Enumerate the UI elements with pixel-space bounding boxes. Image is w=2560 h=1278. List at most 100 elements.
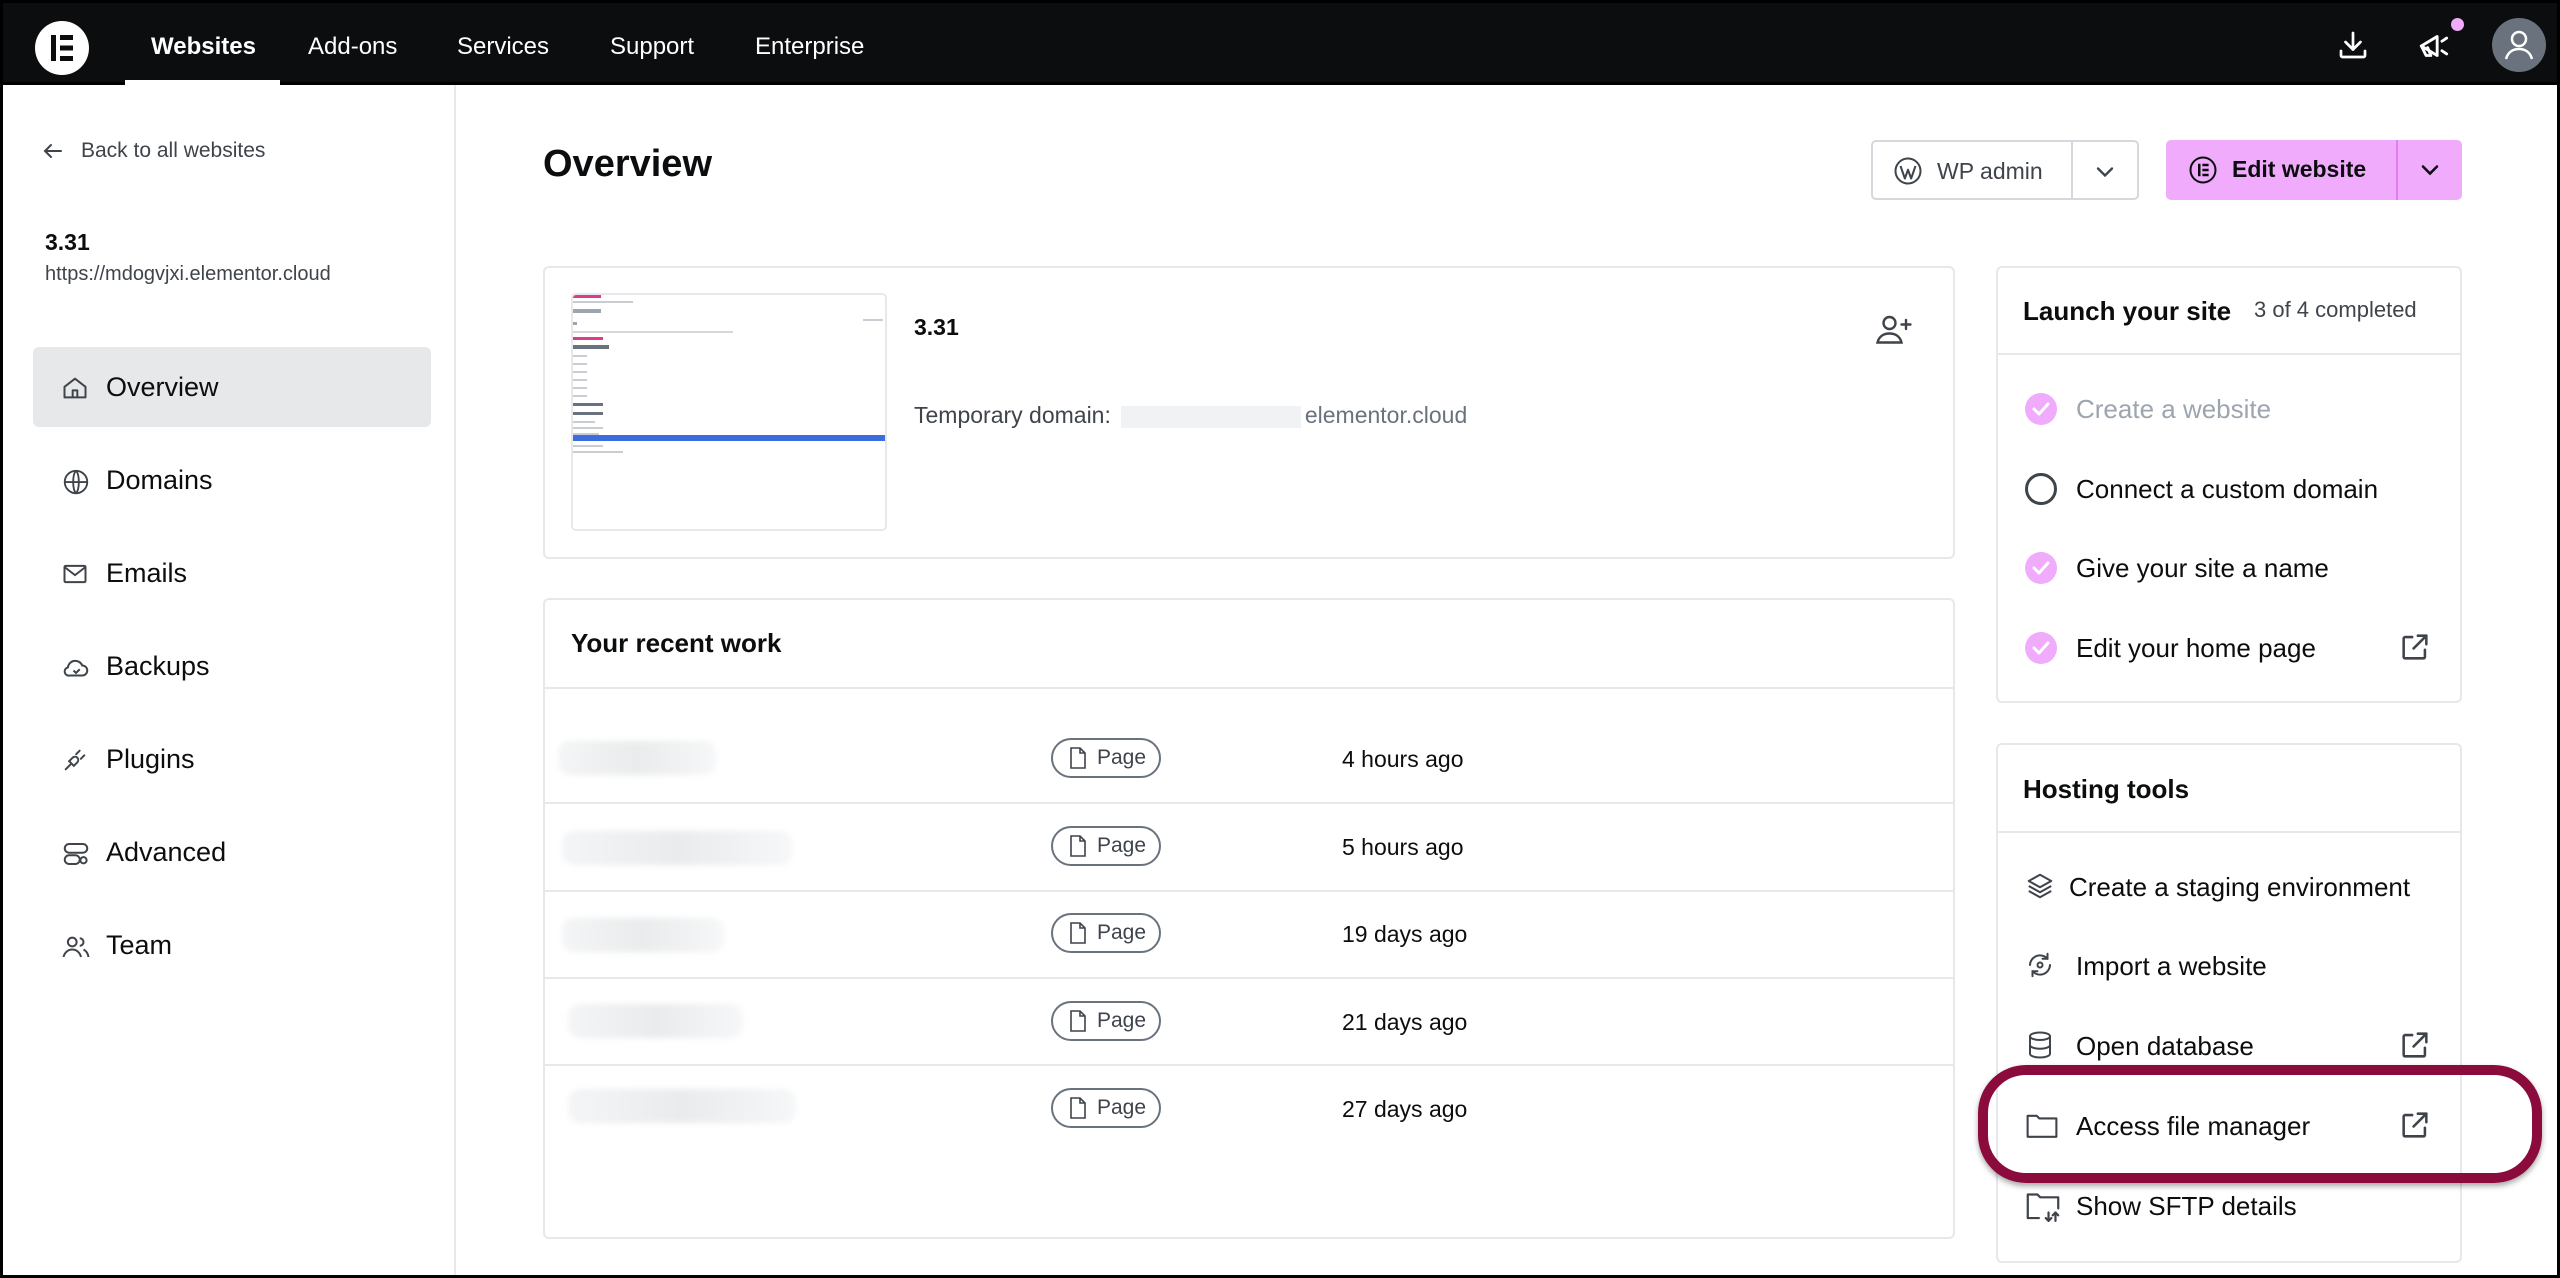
edit-website-button[interactable]: Edit website (2166, 140, 2462, 200)
nav-services[interactable]: Services (457, 33, 549, 61)
divider (1998, 831, 2460, 833)
divider (545, 802, 1953, 804)
redacted-page-name[interactable] (568, 1089, 796, 1123)
layers-icon (2025, 871, 2055, 901)
nav-enterprise[interactable]: Enterprise (755, 33, 864, 61)
recent-work-title: Your recent work (571, 628, 782, 658)
back-link-label: Back to all websites (81, 139, 266, 162)
page-type-label: Page (1097, 1096, 1147, 1119)
file-icon (1070, 835, 1086, 857)
file-icon (1070, 747, 1086, 769)
launch-progress: 3 of 4 completed (2254, 297, 2417, 322)
folder-sync-icon (2025, 1190, 2061, 1224)
nav-websites[interactable]: Websites (151, 33, 256, 61)
download-icon[interactable] (2335, 27, 2371, 63)
button-divider (2396, 140, 2398, 200)
top-nav-bar: Websites Add-ons Services Support Enterp… (0, 0, 2560, 85)
file-icon (1070, 1097, 1086, 1119)
nav-add-ons[interactable]: Add-ons (308, 33, 397, 61)
sidebar-item-label: Domains (106, 464, 213, 495)
open-database-link[interactable]: Open database (2076, 1031, 2254, 1062)
sidebar-item-team[interactable]: Team (33, 905, 431, 985)
temporary-domain-label: Temporary domain: (914, 402, 1111, 428)
elementor-icon (2188, 155, 2218, 185)
task-site-name[interactable]: Give your site a name (2076, 553, 2329, 584)
sidebar-item-label: Overview (106, 371, 219, 402)
settings-toggle-icon (61, 839, 91, 869)
elementor-logo[interactable] (35, 21, 89, 75)
last-edited-time: 5 hours ago (1342, 834, 1464, 860)
wp-admin-label: WP admin (1937, 158, 2043, 184)
site-name: 3.31 (45, 229, 90, 255)
nav-support[interactable]: Support (610, 33, 694, 61)
wp-admin-button[interactable]: WP admin (1871, 140, 2139, 200)
elementor-logo-icon (51, 35, 73, 61)
checked-icon (2025, 632, 2057, 664)
edit-website-label: Edit website (2232, 156, 2367, 182)
redacted-page-name[interactable] (562, 918, 724, 952)
sidebar-item-label: Plugins (106, 743, 195, 774)
sidebar-item-domains[interactable]: Domains (33, 440, 431, 520)
add-user-icon[interactable] (1873, 311, 1915, 347)
external-link-icon[interactable] (2398, 1028, 2432, 1062)
launch-title: Launch your site (2023, 296, 2232, 326)
redacted-subdomain (1120, 405, 1301, 428)
file-icon (1070, 1010, 1086, 1032)
arrow-left-icon (43, 144, 62, 158)
import-icon (2025, 950, 2055, 980)
megaphone-icon[interactable] (2415, 27, 2453, 65)
sidebar-item-label: Backups (106, 650, 210, 681)
unchecked-circle-icon[interactable] (2025, 473, 2057, 505)
sidebar-item-plugins[interactable]: Plugins (33, 719, 431, 799)
create-staging-link[interactable]: Create a staging environment (2069, 872, 2410, 903)
back-to-websites-link[interactable]: Back to all websites (41, 139, 265, 163)
site-card-title: 3.31 (914, 314, 959, 340)
external-link-icon[interactable] (2398, 630, 2432, 664)
recent-work-card (543, 598, 1955, 1239)
user-icon (2504, 30, 2534, 60)
divider (545, 1064, 1953, 1066)
home-icon (61, 374, 89, 402)
redacted-page-name[interactable] (558, 741, 716, 775)
task-connect-domain[interactable]: Connect a custom domain (2076, 474, 2378, 505)
chevron-down-icon[interactable] (2416, 156, 2444, 184)
sidebar-item-overview[interactable]: Overview (33, 347, 431, 427)
temporary-domain-value[interactable]: elementor.cloud (1305, 402, 1467, 428)
sidebar-item-label: Advanced (106, 836, 227, 867)
page-type-badge: Page (1051, 1088, 1161, 1128)
highlight-annotation (1978, 1065, 2542, 1183)
sidebar-item-backups[interactable]: Backups (33, 626, 431, 706)
page-type-badge: Page (1051, 826, 1161, 866)
site-thumbnail[interactable] (571, 293, 887, 531)
temporary-domain: Temporary domain: elementor.cloud (914, 402, 1467, 429)
hosting-tools-title: Hosting tools (2023, 774, 2190, 804)
checked-icon (2025, 393, 2057, 425)
redacted-page-name[interactable] (562, 831, 792, 865)
task-create-website: Create a website (2076, 394, 2272, 424)
task-edit-home-page[interactable]: Edit your home page (2076, 633, 2316, 664)
last-edited-time: 27 days ago (1342, 1096, 1468, 1122)
site-url: https://mdogvjxi.elementor.cloud (45, 263, 331, 285)
sidebar-item-label: Emails (106, 557, 188, 588)
page-type-label: Page (1097, 746, 1147, 769)
hosting-tools-card (1996, 743, 2462, 1263)
show-sftp-details-link[interactable]: Show SFTP details (2076, 1191, 2297, 1222)
divider (545, 977, 1953, 979)
page-type-badge: Page (1051, 913, 1161, 953)
divider (1998, 353, 2460, 355)
avatar[interactable] (2492, 18, 2546, 72)
page-type-badge: Page (1051, 738, 1161, 778)
page-title: Overview (543, 143, 712, 185)
sidebar-item-emails[interactable]: Emails (33, 533, 431, 613)
notification-dot (2451, 18, 2464, 31)
import-website-link[interactable]: Import a website (2076, 951, 2267, 982)
database-icon (2025, 1030, 2055, 1060)
users-icon (61, 932, 91, 962)
page-type-label: Page (1097, 921, 1147, 944)
sidebar-item-label: Team (106, 929, 173, 960)
chevron-down-icon[interactable] (2091, 158, 2119, 186)
checked-icon (2025, 552, 2057, 584)
redacted-page-name[interactable] (568, 1004, 743, 1038)
cloud-icon (61, 653, 91, 683)
sidebar-item-advanced[interactable]: Advanced (33, 812, 431, 892)
